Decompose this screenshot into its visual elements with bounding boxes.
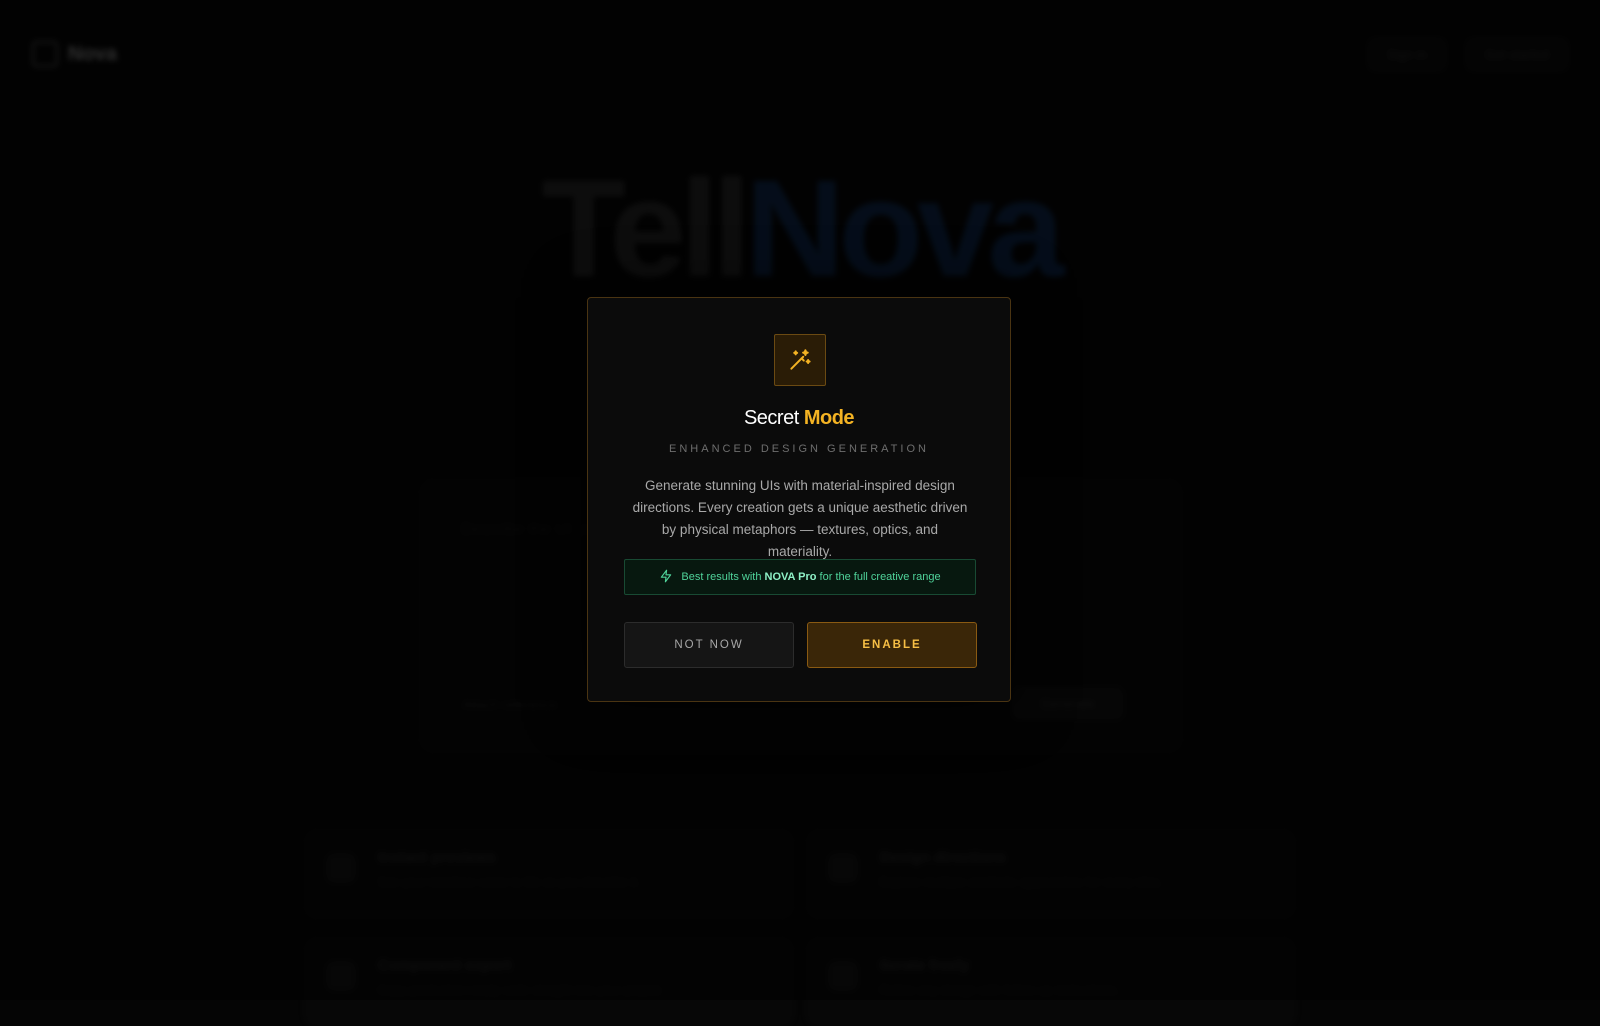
secret-mode-dialog: Secret Mode ENHANCED DESIGN GENERATION G… bbox=[587, 297, 1011, 702]
tip-suffix: for the full creative range bbox=[819, 571, 941, 583]
magic-wand-icon bbox=[774, 334, 826, 386]
modal-description: Generate stunning UIs with material-insp… bbox=[632, 478, 968, 559]
enable-button[interactable]: ENABLE bbox=[807, 622, 977, 668]
tip-prefix: Best results with bbox=[681, 571, 762, 583]
modal-title-plain: Secret bbox=[743, 407, 799, 429]
not-now-button[interactable]: NOT NOW bbox=[624, 622, 794, 668]
pro-tip-banner: Best results with NOVA Pro for the full … bbox=[624, 559, 976, 595]
modal-subtitle: ENHANCED DESIGN GENERATION bbox=[669, 443, 929, 455]
modal-title-accent: Mode bbox=[803, 407, 855, 429]
modal-title: Secret Mode bbox=[588, 407, 1010, 430]
tip-text: Best results with NOVA Pro for the full … bbox=[681, 571, 940, 583]
lightning-icon bbox=[659, 569, 673, 586]
tip-highlight: NOVA Pro bbox=[764, 571, 817, 583]
